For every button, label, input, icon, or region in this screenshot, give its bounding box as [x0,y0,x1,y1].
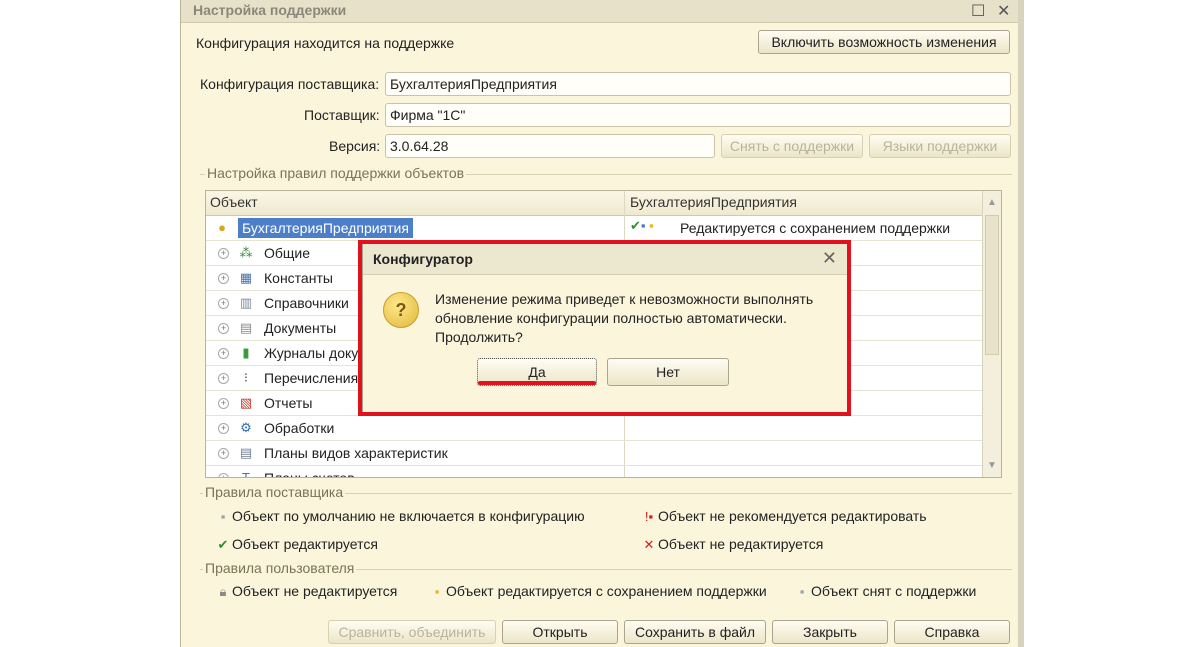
yellow-cube-icon: ▪ [434,584,440,599]
title-bar: Настройка поддержки ☐ ✕ [181,0,1018,23]
close-button[interactable]: Закрыть [772,620,888,644]
gray-cube-icon: ▪ [220,509,226,524]
expand-icon[interactable]: + [218,423,229,434]
row-name: Планы видов характеристик [264,445,448,461]
processing-icon: ⚙ [240,420,252,435]
legend-user-locked: 🔒︎ Объект не редактируется [214,583,398,600]
expand-icon[interactable]: + [218,373,229,384]
configurator-dialog: Конфигуратор ✕ ? Изменение режима привед… [362,243,848,414]
documents-icon: ▤ [239,320,253,335]
enable-changes-button[interactable]: Включить возможность изменения [758,30,1010,54]
expand-icon[interactable]: + [218,348,229,359]
table-row[interactable]: + ⚙ Обработки [206,416,982,441]
window-title: Настройка поддержки [193,2,347,18]
table-scrollbar[interactable]: ▲ ▼ [982,191,1001,477]
table-header: Объект БухгалтерияПредприятия [206,191,982,216]
row-name: Справочники [264,295,349,311]
expand-icon[interactable]: + [218,473,229,477]
accounts-icon: Т [242,470,250,478]
edit-with-support-icon: ✔▪ ▪ [630,218,654,233]
table-row[interactable]: + Т Планы счетов [206,466,982,478]
no-button[interactable]: Нет [607,358,729,386]
common-icon: ⁂ [239,245,253,260]
row-name: Перечисления [264,370,359,386]
legend-user-removed: ▪ Объект снят с поддержки [793,583,977,599]
support-status-text: Конфигурация находится на поддержке [196,35,455,51]
user-rules-title: Правила пользователя [203,560,357,576]
column-vendor-config[interactable]: БухгалтерияПредприятия [630,194,797,210]
gray-cube-icon: ▪ [799,584,805,599]
row-name: Журналы доку [264,345,359,361]
config-root-icon: ● [218,220,226,235]
root-support-status: Редактируется с сохранением поддержки [680,220,951,236]
legend-not-editable: ✕ Объект не редактируется [640,536,824,553]
legend-editable: ✔ Объект редактируется [214,536,378,553]
support-languages-button[interactable]: Языки поддержки [869,134,1011,158]
table-row-root[interactable]: ● БухгалтерияПредприятия ✔▪ ▪ Редактируе… [206,216,982,241]
rules-group-title: Настройка правил поддержки объектов [205,165,467,181]
vendor-label: Поставщик: [304,107,380,123]
vendor-config-label: Конфигурация поставщика: [200,76,380,92]
characteristics-icon: ▤ [239,445,253,460]
cross-cube-icon: ✕ [643,537,655,552]
version-label: Версия: [329,138,381,154]
table-row[interactable]: + ▤ Планы видов характеристик [206,441,982,466]
maximize-icon[interactable]: ☐ [971,1,985,21]
remove-support-button[interactable]: Снять с поддержки [721,134,863,158]
column-object[interactable]: Объект [210,194,258,210]
question-icon: ? [383,292,419,328]
enums-icon: ⁝ [243,370,249,385]
row-name: Общие [264,245,311,261]
legend-user-edit-support: ▪ Объект редактируется с сохранением подд… [428,583,767,599]
dialog-close-icon[interactable]: ✕ [822,248,837,269]
expand-icon[interactable]: + [218,323,229,334]
yes-highlight-underline [478,381,596,385]
reports-icon: ▧ [239,395,253,410]
expand-icon[interactable]: + [218,298,229,309]
compare-merge-button[interactable]: Сравнить, объединить [328,620,496,644]
expand-icon[interactable]: + [218,398,229,409]
row-name: Обработки [264,420,335,436]
catalogs-icon: ▥ [239,295,253,310]
vendor-rules-title: Правила поставщика [203,484,346,500]
row-name: Отчеты [264,395,313,411]
check-cube-icon: ✔ [217,537,229,552]
expand-icon[interactable]: + [218,273,229,284]
scroll-up-icon[interactable]: ▲ [987,197,997,208]
dialog-title-bar: Конфигуратор ✕ [363,244,847,275]
row-name: Документы [264,320,337,336]
legend-default-excluded: ▪ Объект по умолчанию не включается в кон… [214,508,585,524]
dialog-title: Конфигуратор [373,251,473,267]
dialog-message: Изменение режима приведет к невозможност… [435,291,814,345]
legend-not-recommended: !▪ Объект не рекомендуется редактировать [640,508,927,524]
expand-icon[interactable]: + [218,448,229,459]
save-to-file-button[interactable]: Сохранить в файл [624,620,766,644]
row-name: Планы счетов [264,470,355,478]
selected-row-name: БухгалтерияПредприятия [238,218,413,238]
constants-icon: ▦ [239,270,253,285]
open-button[interactable]: Открыть [502,620,618,644]
vendor-config-field[interactable]: БухгалтерияПредприятия [385,72,1011,96]
version-field[interactable]: 3.0.64.28 [385,134,715,158]
close-icon[interactable]: ✕ [997,1,1010,21]
warning-cube-icon: !▪ [644,509,654,524]
lock-icon: 🔒︎ [219,584,227,599]
row-name: Константы [264,270,333,286]
scroll-down-icon[interactable]: ▼ [987,460,997,471]
expand-icon[interactable]: + [218,248,229,259]
help-button[interactable]: Справка [894,620,1010,644]
vendor-field[interactable]: Фирма "1С" [385,103,1011,127]
journals-icon: ▮ [242,345,250,360]
scroll-thumb[interactable] [985,215,999,355]
